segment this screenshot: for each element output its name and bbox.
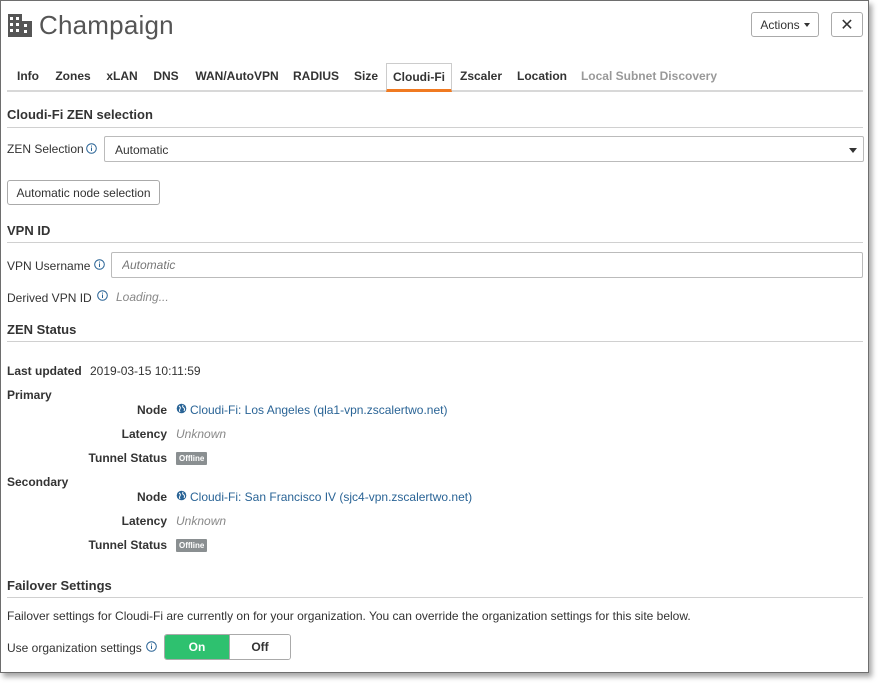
page-title: Champaign xyxy=(39,9,174,40)
secondary-latency-label: Latency xyxy=(121,514,167,528)
tab-xlan[interactable]: xLAN xyxy=(101,63,143,92)
section-divider xyxy=(7,341,863,342)
tab-radius[interactable]: RADIUS xyxy=(291,63,341,92)
automatic-node-selection-button[interactable]: Automatic node selection xyxy=(7,180,160,205)
tab-local-subnet-discovery[interactable]: Local Subnet Discovery xyxy=(579,63,719,92)
zen-status-title: ZEN Status xyxy=(7,322,77,337)
failover-settings-title: Failover Settings xyxy=(7,578,112,593)
primary-node-link[interactable]: Cloudi-Fi: Los Angeles (qla1-vpn.zscaler… xyxy=(190,403,447,417)
chevron-down-icon xyxy=(849,148,857,153)
vpn-username-label: VPN Username xyxy=(7,259,91,273)
failover-description: Failover settings for Cloudi-Fi are curr… xyxy=(7,609,691,623)
site-dialog: Champaign Actions ✕ Info Zones xLAN DNS … xyxy=(0,0,869,673)
primary-latency-label: Latency xyxy=(121,427,167,441)
dialog-header: Champaign xyxy=(7,8,174,42)
globe-icon xyxy=(176,490,187,501)
toggle-on-option[interactable]: On xyxy=(165,635,229,659)
info-icon[interactable] xyxy=(86,143,97,154)
secondary-tunnel-status-label: Tunnel Status xyxy=(88,538,167,552)
vpn-id-title: VPN ID xyxy=(7,223,51,238)
use-org-settings-toggle: On Off xyxy=(164,634,291,660)
tab-size[interactable]: Size xyxy=(349,63,383,92)
tab-cloudi-fi[interactable]: Cloudi-Fi xyxy=(386,63,452,92)
primary-latency-value: Unknown xyxy=(176,427,227,441)
actions-button[interactable]: Actions xyxy=(751,12,819,37)
section-divider xyxy=(7,242,863,243)
section-divider xyxy=(7,127,863,128)
primary-node-label: Node xyxy=(137,403,167,417)
secondary-node-label: Node xyxy=(137,490,167,504)
zen-selection-select[interactable]: Automatic xyxy=(104,136,864,162)
primary-tunnel-status-badge: Offline xyxy=(176,452,208,465)
secondary-tunnel-status-badge: Offline xyxy=(176,539,208,552)
tab-wan-autovpn[interactable]: WAN/AutoVPN xyxy=(191,63,283,92)
toggle-off-option[interactable]: Off xyxy=(229,635,290,659)
section-divider xyxy=(7,597,863,598)
last-updated-label: Last updated xyxy=(7,364,82,378)
secondary-node-link[interactable]: Cloudi-Fi: San Francisco IV (sjc4-vpn.zs… xyxy=(190,490,472,504)
last-updated-value: 2019-03-15 10:11:59 xyxy=(90,364,201,378)
tab-zscaler[interactable]: Zscaler xyxy=(457,63,505,92)
info-icon[interactable] xyxy=(97,290,108,301)
info-icon[interactable] xyxy=(146,641,157,652)
tab-location[interactable]: Location xyxy=(513,63,571,92)
derived-vpn-id-value: Loading... xyxy=(116,290,169,304)
secondary-label: Secondary xyxy=(7,475,69,489)
zen-selection-value: Automatic xyxy=(115,143,169,157)
primary-tunnel-status-label: Tunnel Status xyxy=(88,451,167,465)
caret-down-icon xyxy=(803,22,810,27)
zen-selection-title: Cloudi-Fi ZEN selection xyxy=(7,107,153,122)
close-button[interactable]: ✕ xyxy=(831,12,863,37)
primary-label: Primary xyxy=(7,388,52,402)
derived-vpn-id-label: Derived VPN ID xyxy=(7,291,92,305)
tab-zones[interactable]: Zones xyxy=(52,63,94,92)
secondary-latency-value: Unknown xyxy=(176,514,227,528)
tab-dns[interactable]: DNS xyxy=(149,63,183,92)
vpn-username-input[interactable] xyxy=(111,252,863,278)
globe-icon xyxy=(176,403,187,414)
info-icon[interactable] xyxy=(94,259,105,270)
tab-info[interactable]: Info xyxy=(7,63,49,92)
close-icon: ✕ xyxy=(840,15,854,34)
zen-selection-label: ZEN Selection xyxy=(7,142,84,156)
actions-button-label: Actions xyxy=(760,17,800,32)
use-org-settings-label: Use organization settings xyxy=(7,641,142,655)
tab-bar: Info Zones xLAN DNS WAN/AutoVPN RADIUS S… xyxy=(7,63,863,92)
building-icon xyxy=(8,14,32,37)
